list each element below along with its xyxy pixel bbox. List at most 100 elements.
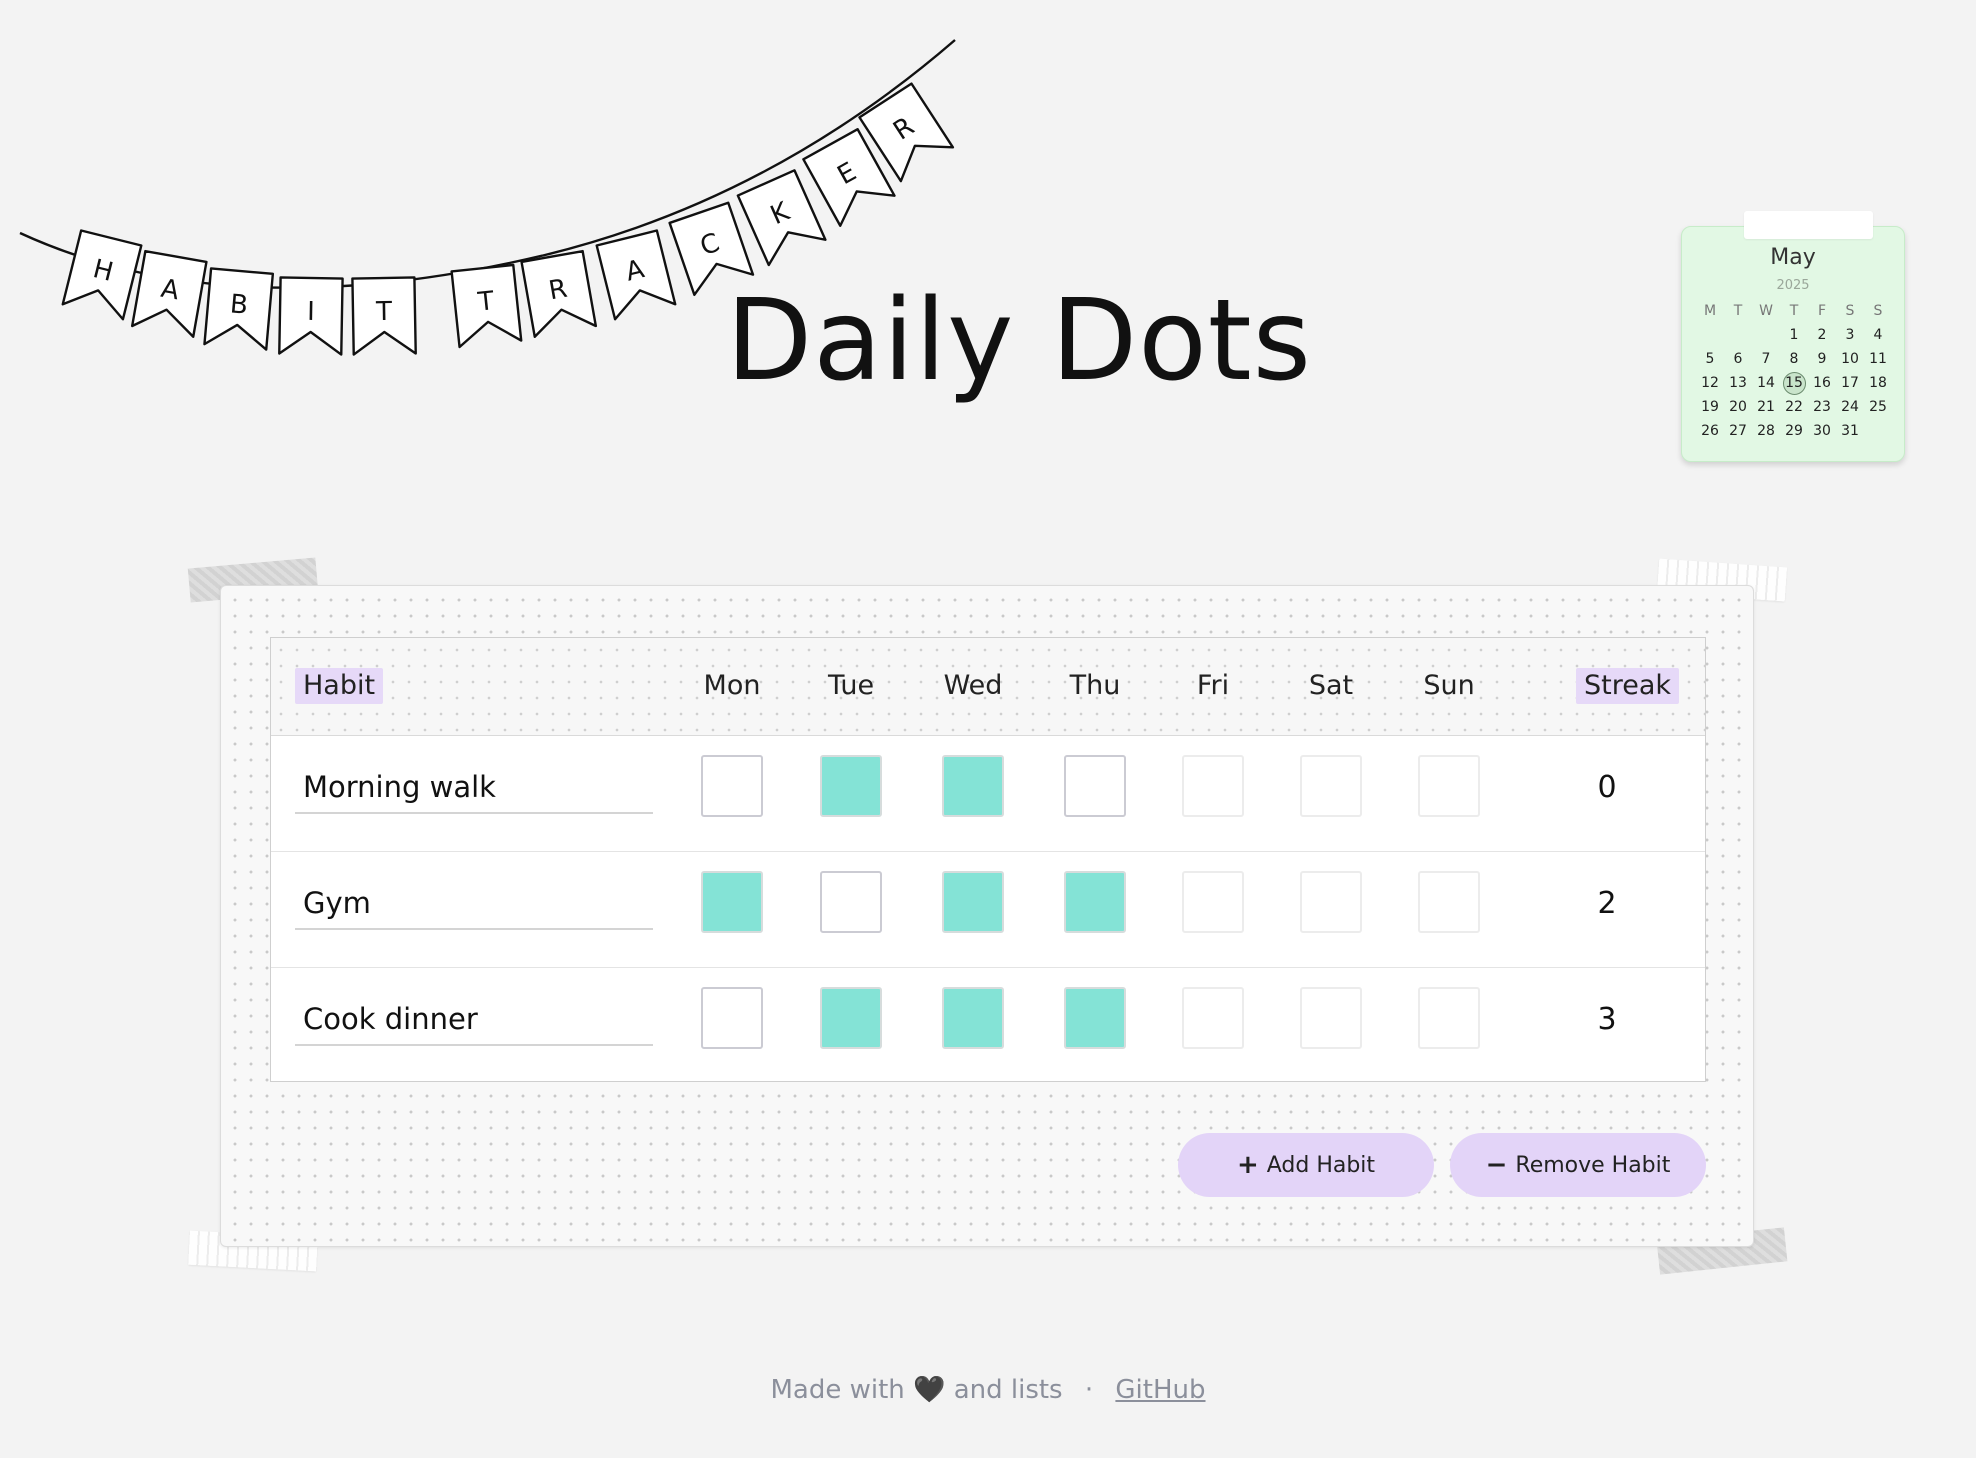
habit-checkbox[interactable] — [701, 871, 763, 933]
habit-checkbox[interactable] — [820, 987, 882, 1049]
habit-checkbox[interactable] — [1300, 871, 1362, 933]
calendar-day: 26 — [1701, 423, 1719, 439]
minus-icon: − — [1485, 1150, 1508, 1180]
calendar-day: 30 — [1813, 423, 1831, 439]
day-header-fri: Fri — [1196, 670, 1230, 701]
calendar-day: 20 — [1729, 399, 1747, 415]
habit-checkbox[interactable] — [1182, 755, 1244, 817]
banner-pennant: A — [595, 229, 677, 321]
habit-checkbox[interactable] — [1418, 871, 1480, 933]
habit-checkbox[interactable] — [942, 987, 1004, 1049]
calendar-day: 28 — [1757, 423, 1775, 439]
banner-letter: B — [229, 289, 249, 320]
calendar-day: 29 — [1785, 423, 1803, 439]
habit-checkbox[interactable] — [1064, 755, 1126, 817]
habit-checkbox[interactable] — [1182, 871, 1244, 933]
add-habit-button[interactable]: + Add Habit — [1178, 1133, 1434, 1197]
footer: Made with 🖤 and lists · GitHub — [0, 1375, 1976, 1405]
calendar-weekday: M — [1703, 303, 1717, 319]
add-habit-label: Add Habit — [1266, 1152, 1376, 1178]
heart-icon: 🖤 — [913, 1375, 946, 1405]
habit-checkbox[interactable] — [1418, 987, 1480, 1049]
calendar-weekday: S — [1873, 303, 1883, 319]
calendar-day: 14 — [1757, 375, 1775, 391]
calendar-day: 7 — [1761, 351, 1771, 367]
habit-name-input[interactable] — [295, 994, 653, 1046]
habit-checkbox[interactable] — [820, 871, 882, 933]
day-header-sun: Sun — [1423, 670, 1475, 701]
table-row: 2 — [271, 852, 1705, 968]
footer-made-with: Made with — [770, 1375, 905, 1405]
calendar-day: 17 — [1841, 375, 1859, 391]
calendar-weekday: T — [1733, 303, 1743, 319]
streak-column-header: Streak — [1576, 668, 1680, 704]
banner-pennant: I — [278, 276, 344, 356]
banner-pennant: K — [736, 169, 827, 267]
habit-checkbox[interactable] — [701, 987, 763, 1049]
banner-pennant: R — [520, 249, 598, 338]
day-header-sat: Sat — [1308, 670, 1354, 701]
github-link[interactable]: GitHub — [1115, 1375, 1205, 1405]
plus-icon: + — [1236, 1150, 1259, 1180]
habit-checkbox[interactable] — [1064, 871, 1126, 933]
calendar-grid: M T W T F S S 1 2 3 4 5 6 7 8 9 10 11 12 13 14 15 16 17 18 19 20 21… — [1696, 299, 1892, 443]
page: HABITTRACKER Daily Dots May 2025 MTWTFSS… — [0, 0, 1976, 1458]
table-row: 0 — [271, 736, 1705, 852]
day-header-thu: Thu — [1069, 670, 1121, 701]
banner-pennant: A — [130, 249, 208, 338]
calendar-day: 5 — [1705, 351, 1715, 367]
banner-pennant: H — [61, 229, 143, 321]
calendar-day: 19 — [1701, 399, 1719, 415]
page-title: Daily Dots — [726, 276, 1313, 406]
habit-checkbox[interactable] — [1300, 755, 1362, 817]
calendar-day: 18 — [1869, 375, 1887, 391]
calendar-blank — [1696, 323, 1724, 347]
calendar-month: May — [1770, 245, 1816, 270]
calendar-weekday: F — [1817, 303, 1827, 319]
habit-checkbox[interactable] — [1418, 755, 1480, 817]
calendar-day: 8 — [1789, 351, 1799, 367]
calendar-tab — [1744, 211, 1873, 239]
calendar-day: 2 — [1817, 327, 1827, 343]
calendar-day: 10 — [1841, 351, 1859, 367]
calendar-blank — [1752, 323, 1780, 347]
remove-habit-button[interactable]: − Remove Habit — [1450, 1133, 1706, 1197]
footer-separator: · — [1084, 1375, 1094, 1405]
mini-calendar: May 2025 M T W T F S S 1 2 3 4 5 6 7 8 9 10 11 12 13 14 15 16 1… — [1681, 211, 1905, 462]
banner-pennant: T — [450, 263, 523, 349]
calendar-blank — [1724, 323, 1752, 347]
footer-and-lists: and lists — [953, 1375, 1063, 1405]
day-header-mon: Mon — [703, 670, 761, 701]
calendar-weekday: W — [1759, 303, 1773, 319]
calendar-day: 3 — [1845, 327, 1855, 343]
calendar-day: 6 — [1733, 351, 1743, 367]
habit-checkbox[interactable] — [942, 755, 1004, 817]
habit-checkbox[interactable] — [820, 755, 882, 817]
habit-name-input[interactable] — [295, 878, 653, 930]
calendar-day: 4 — [1873, 327, 1883, 343]
remove-habit-label: Remove Habit — [1515, 1152, 1671, 1178]
calendar-day: 23 — [1813, 399, 1831, 415]
table-row: 3 — [271, 968, 1705, 1083]
table-header-row: Habit Mon Tue Wed Thu Fri Sat Sun Streak — [271, 638, 1705, 736]
calendar-day: 9 — [1817, 351, 1827, 367]
calendar-day: 22 — [1785, 399, 1803, 415]
calendar-day: 1 — [1789, 327, 1799, 343]
habit-checkbox[interactable] — [942, 871, 1004, 933]
streak-count: 2 — [1597, 886, 1617, 921]
banner-pennant: B — [203, 267, 275, 351]
calendar-day: 27 — [1729, 423, 1747, 439]
calendar-weekday: T — [1789, 303, 1799, 319]
banner-letter: I — [307, 297, 315, 327]
habit-checkbox[interactable] — [1182, 987, 1244, 1049]
banner-letter: T — [375, 297, 393, 327]
habit-checkbox[interactable] — [1300, 987, 1362, 1049]
habit-table: Habit Mon Tue Wed Thu Fri Sat Sun Streak — [270, 637, 1706, 1082]
calendar-day: 12 — [1701, 375, 1719, 391]
streak-count: 0 — [1597, 770, 1617, 805]
day-header-tue: Tue — [827, 670, 875, 701]
calendar-today: 15 — [1780, 371, 1808, 395]
habit-checkbox[interactable] — [1064, 987, 1126, 1049]
habit-name-input[interactable] — [295, 762, 653, 814]
habit-checkbox[interactable] — [701, 755, 763, 817]
